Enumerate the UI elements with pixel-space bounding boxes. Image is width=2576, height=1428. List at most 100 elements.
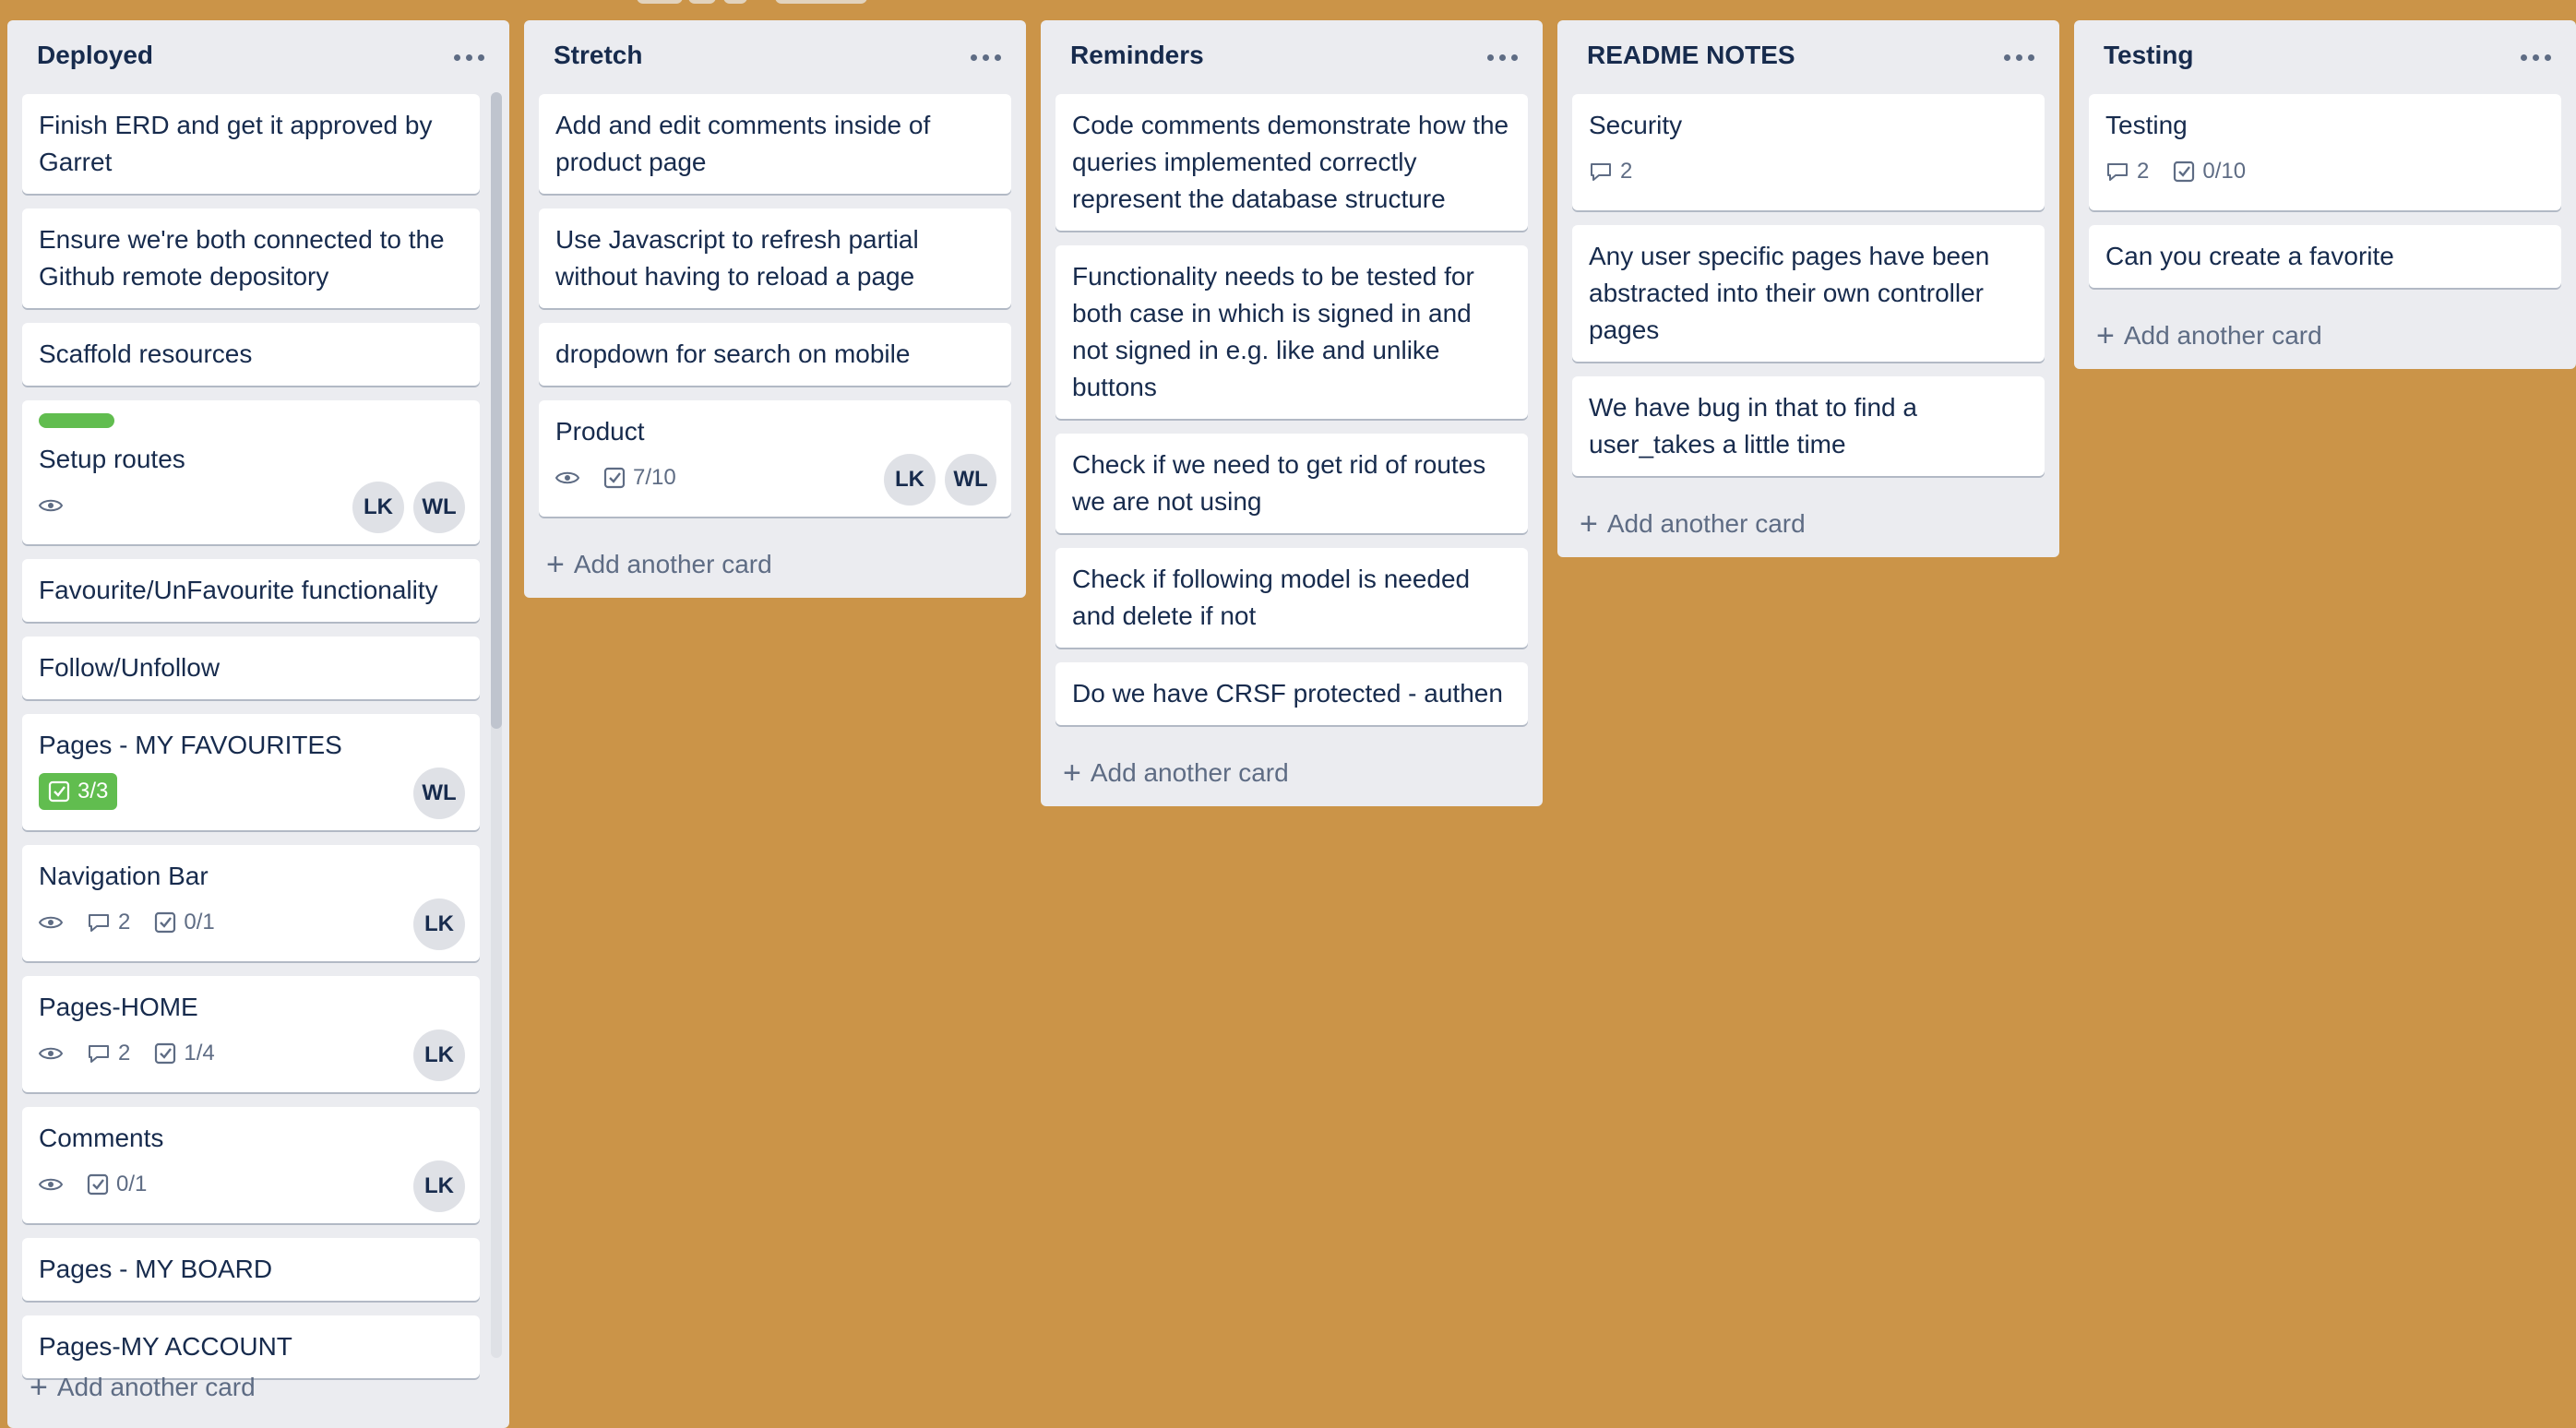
card[interactable]: Scaffold resources: [22, 323, 480, 386]
card[interactable]: Comments 0/1 LK: [22, 1107, 480, 1223]
add-card-button[interactable]: + Add another card: [2074, 303, 2576, 369]
card-members: LK WL: [352, 482, 465, 533]
card-title: Ensure we're both connected to the Githu…: [39, 225, 445, 291]
watch-badge: [39, 497, 63, 514]
list-title[interactable]: README NOTES: [1587, 41, 1795, 70]
comment-count: 2: [118, 910, 131, 934]
list-menu-button[interactable]: [2515, 39, 2556, 76]
card-list: Code comments demonstrate how the querie…: [1041, 94, 1543, 725]
add-card-label: Add another card: [2123, 321, 2322, 350]
member-avatar[interactable]: LK: [413, 1160, 465, 1212]
list-deployed: Deployed Finish ERD and get it approved b…: [7, 20, 509, 1428]
card[interactable]: Favourite/UnFavourite functionality: [22, 559, 480, 622]
member-avatar[interactable]: WL: [945, 454, 996, 506]
watch-badge: [555, 470, 579, 486]
card-title: dropdown for search on mobile: [555, 339, 911, 368]
card-title: Pages - MY BOARD: [39, 1255, 273, 1283]
member-avatar[interactable]: LK: [413, 898, 465, 950]
eye-icon: [39, 914, 63, 931]
list-title[interactable]: Deployed: [37, 41, 153, 70]
card-list: Finish ERD and get it approved by Garret…: [7, 94, 509, 1378]
plus-icon: +: [2096, 318, 2115, 353]
plus-icon: +: [546, 547, 565, 582]
list-header: Deployed: [7, 20, 509, 94]
card-members: LK: [413, 1029, 465, 1081]
card[interactable]: We have bug in that to find a user_takes…: [1572, 376, 2045, 476]
watch-badge: [39, 1045, 63, 1062]
member-avatar[interactable]: WL: [413, 768, 465, 819]
avatar-edge: [688, 0, 716, 4]
card[interactable]: Navigation Bar 2 0/1 LK: [22, 845, 480, 961]
card-title: Use Javascript to refresh partial withou…: [555, 225, 919, 291]
card[interactable]: Add and edit comments inside of product …: [539, 94, 1011, 194]
card-title: Do we have CRSF protected - authen: [1072, 679, 1503, 708]
add-card-label: Add another card: [1090, 758, 1289, 787]
eye-icon: [555, 470, 579, 486]
checklist-count: 7/10: [633, 465, 676, 490]
checklist-icon: [87, 1173, 109, 1196]
list-menu-button[interactable]: [965, 39, 1006, 76]
avatar-edge: [637, 0, 683, 4]
list-title[interactable]: Reminders: [1070, 41, 1204, 70]
card-members: WL: [413, 768, 465, 819]
card-title: Pages-HOME: [39, 993, 198, 1021]
card[interactable]: Any user specific pages have been abstra…: [1572, 225, 2045, 362]
card[interactable]: Follow/Unfollow: [22, 637, 480, 699]
card[interactable]: Can you create a favorite: [2089, 225, 2561, 288]
list-menu-button[interactable]: [1482, 39, 1522, 76]
card[interactable]: Use Javascript to refresh partial withou…: [539, 208, 1011, 308]
list-title[interactable]: Stretch: [554, 41, 642, 70]
card-list: Security 2 Any user specific pages have be…: [1557, 94, 2059, 476]
card[interactable]: Check if we need to get rid of routes we…: [1055, 434, 1528, 533]
card-title: Pages - MY FAVOURITES: [39, 731, 342, 759]
card[interactable]: Testing 2 0/10: [2089, 94, 2561, 210]
more-icon: [2520, 54, 2551, 61]
checklist-count: 0/1: [116, 1172, 148, 1196]
card-badges: 0/1: [39, 1159, 463, 1210]
card[interactable]: Product 7/10 LK WL: [539, 400, 1011, 517]
member-avatar[interactable]: WL: [413, 482, 465, 533]
label-green[interactable]: [39, 413, 114, 428]
comment-icon: [1589, 161, 1613, 183]
card[interactable]: Pages - MY BOARD: [22, 1238, 480, 1301]
card[interactable]: Security 2: [1572, 94, 2045, 210]
member-avatar[interactable]: LK: [413, 1029, 465, 1081]
card-title: Functionality needs to be tested for bot…: [1072, 262, 1474, 401]
list-readme-notes: README NOTES Security 2 Any user specific p…: [1557, 20, 2059, 557]
card[interactable]: Pages - MY FAVOURITES 3/3 WL: [22, 714, 480, 830]
list-reminders: Reminders Code comments demonstrate how t…: [1041, 20, 1543, 806]
card-title: Favourite/UnFavourite functionality: [39, 576, 438, 604]
card-title: Security: [1589, 111, 1683, 139]
card[interactable]: Finish ERD and get it approved by Garret: [22, 94, 480, 194]
more-icon: [453, 54, 484, 61]
card-members: LK: [413, 898, 465, 950]
card[interactable]: Code comments demonstrate how the querie…: [1055, 94, 1528, 231]
card[interactable]: Setup routes LK WL: [22, 400, 480, 544]
card[interactable]: Ensure we're both connected to the Githu…: [22, 208, 480, 308]
add-card-label: Add another card: [56, 1373, 256, 1401]
eye-icon: [39, 1045, 63, 1062]
member-avatar[interactable]: LK: [352, 482, 404, 533]
add-card-button[interactable]: + Add another card: [524, 531, 1026, 598]
card[interactable]: Pages-HOME 2 1/4 LK: [22, 976, 480, 1092]
add-card-button[interactable]: + Add another card: [1557, 491, 2059, 557]
add-card-button[interactable]: + Add another card: [1041, 740, 1543, 806]
plus-icon: +: [30, 1370, 48, 1405]
member-avatar[interactable]: LK: [884, 454, 936, 506]
card-title: Comments: [39, 1124, 164, 1152]
checklist-icon: [48, 780, 70, 803]
card-badges: 2 1/4: [39, 1028, 463, 1079]
card[interactable]: Check if following model is needed and d…: [1055, 548, 1528, 648]
card[interactable]: Functionality needs to be tested for bot…: [1055, 245, 1528, 419]
card[interactable]: dropdown for search on mobile: [539, 323, 1011, 386]
card-badges: 3/3: [39, 766, 463, 817]
comment-count: 2: [1620, 159, 1633, 184]
list-menu-button[interactable]: [1998, 39, 2039, 76]
list-menu-button[interactable]: [448, 39, 489, 76]
card[interactable]: Do we have CRSF protected - authen: [1055, 662, 1528, 725]
checklist-count: 0/1: [184, 910, 215, 934]
add-card-button[interactable]: + Add another card: [7, 1354, 256, 1421]
card-badges: 2 0/10: [2105, 146, 2545, 197]
list-title[interactable]: Testing: [2104, 41, 2193, 70]
scrollbar-thumb[interactable]: [491, 92, 502, 729]
